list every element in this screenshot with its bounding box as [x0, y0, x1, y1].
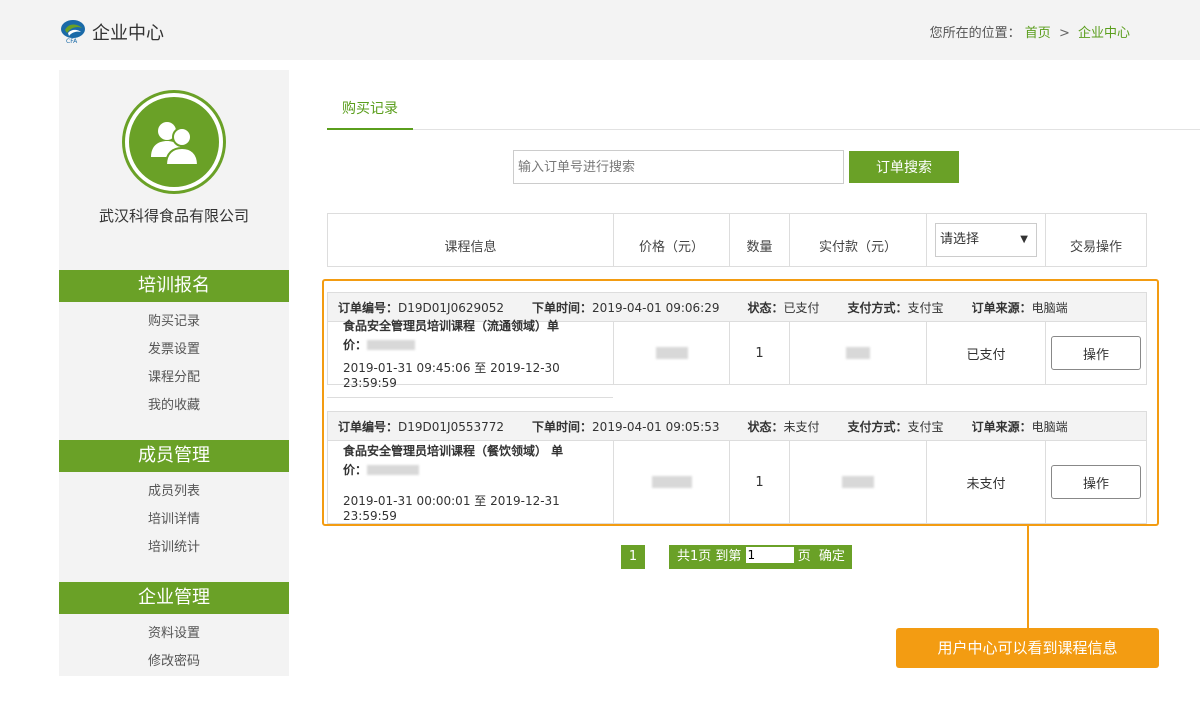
breadcrumb-current-link[interactable]: 企业中心 [1078, 26, 1130, 41]
logo-icon: CFA [61, 20, 85, 44]
sidebar-item-change-password[interactable]: 修改密码 [59, 648, 289, 676]
sidebar-item-purchase-records[interactable]: 购买记录 [59, 308, 289, 336]
status-select-value: 请选择 [940, 232, 980, 247]
top-bar: CFA 企业中心 您所在的位置： 首页 > 企业中心 [0, 0, 1200, 60]
col-paid-amount: 实付款（元） [790, 214, 927, 266]
breadcrumb-separator: > [1058, 26, 1070, 41]
highlight-box [322, 279, 1159, 526]
col-actions: 交易操作 [1069, 240, 1122, 255]
breadcrumb-prefix: 您所在的位置： [929, 26, 1021, 41]
sidebar-item-training-details[interactable]: 培训详情 [59, 506, 289, 534]
sidebar-item-favorites[interactable]: 我的收藏 [59, 392, 289, 420]
sidebar-item-member-list[interactable]: 成员列表 [59, 478, 289, 506]
pager-page-unit: 页 [797, 549, 811, 564]
company-name: 武汉科得食品有限公司 [98, 207, 249, 225]
sidebar-item-invoice-settings[interactable]: 发票设置 [59, 336, 289, 364]
tab-bar: 购买记录 [327, 92, 1200, 130]
pagination-jump: 共1页 到第 页 确定 [669, 545, 852, 569]
pager-total-text: 共1页 到第 [677, 549, 742, 564]
section-member-management: 成员管理 [59, 440, 289, 472]
order-search-input[interactable] [513, 150, 844, 184]
menu-company-management: 资料设置 修改密码 [59, 620, 289, 676]
page-jump-confirm-button[interactable]: 确定 [819, 549, 845, 564]
users-icon [151, 122, 200, 165]
section-training-signup: 培训报名 [59, 270, 289, 302]
sidebar-item-course-assignment[interactable]: 课程分配 [59, 364, 289, 392]
sidebar: 武汉科得食品有限公司 培训报名 购买记录 发票设置 课程分配 我的收藏 成员管理… [59, 70, 289, 676]
page-jump-input[interactable] [745, 547, 794, 563]
menu-member-management: 成员列表 培训详情 培训统计 [59, 478, 289, 562]
breadcrumb-home-link[interactable]: 首页 [1025, 26, 1051, 41]
breadcrumb: 您所在的位置： 首页 > 企业中心 [930, 22, 1130, 41]
section-company-management: 企业管理 [59, 582, 289, 614]
page-number-button[interactable]: 1 [621, 545, 645, 569]
callout-connector [1027, 526, 1029, 628]
status-select[interactable]: 请选择 ▼ [935, 223, 1037, 257]
sidebar-item-training-stats[interactable]: 培训统计 [59, 534, 289, 562]
callout-label: 用户中心可以看到课程信息 [896, 628, 1159, 668]
avatar [125, 93, 223, 191]
menu-training-signup: 购买记录 发票设置 课程分配 我的收藏 [59, 308, 289, 420]
col-quantity: 数量 [730, 214, 790, 266]
svg-text:CFA: CFA [66, 38, 78, 44]
sidebar-item-profile-settings[interactable]: 资料设置 [59, 620, 289, 648]
tab-purchase-records[interactable]: 购买记录 [327, 92, 413, 130]
col-course-info: 课程信息 [328, 214, 614, 266]
order-search-button[interactable]: 订单搜索 [849, 151, 959, 183]
chevron-down-icon: ▼ [1020, 234, 1028, 245]
brand-title: 企业中心 [92, 23, 164, 44]
col-price: 价格（元） [614, 214, 730, 266]
